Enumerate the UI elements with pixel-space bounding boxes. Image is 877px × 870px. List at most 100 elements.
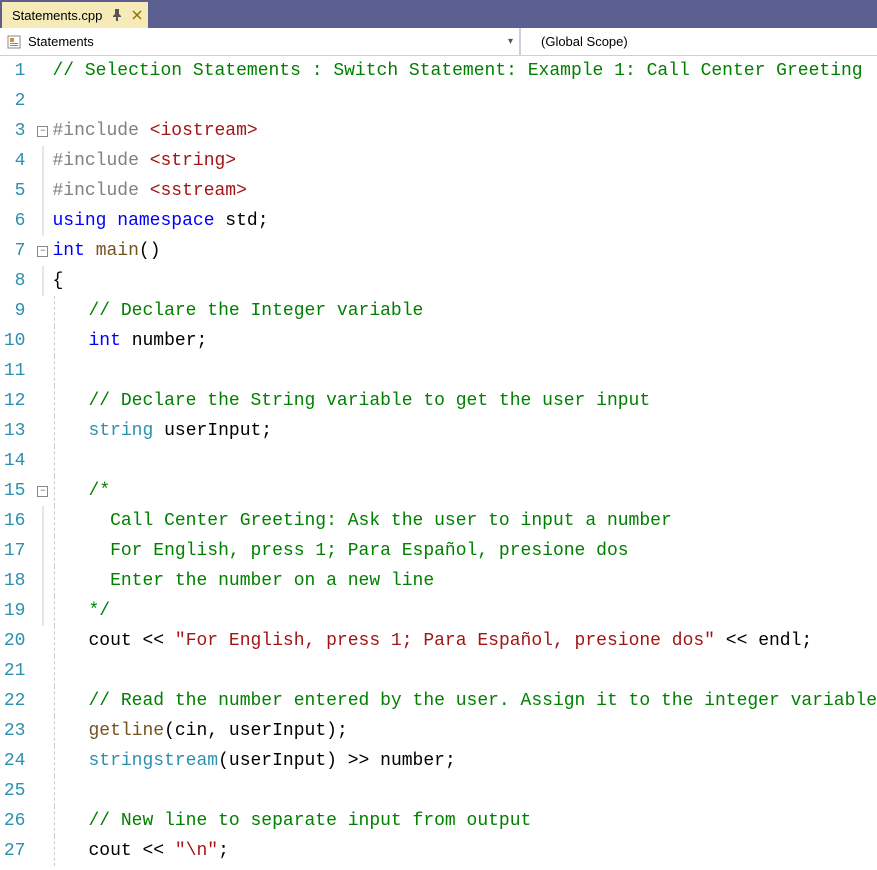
- line-number: 11: [4, 356, 26, 386]
- line-number: 3: [4, 116, 26, 146]
- line-number: 19: [4, 596, 26, 626]
- line-number: 6: [4, 206, 26, 236]
- line-number: 18: [4, 566, 26, 596]
- code-area[interactable]: // Selection Statements : Switch Stateme…: [48, 56, 877, 870]
- line-number: 10: [4, 326, 26, 356]
- code-line[interactable]: // Declare the Integer variable: [52, 296, 877, 326]
- line-number: 17: [4, 536, 26, 566]
- token: {: [52, 271, 63, 291]
- outline-cell: [37, 446, 48, 476]
- line-number: 2: [4, 86, 26, 116]
- code-line[interactable]: */: [52, 596, 877, 626]
- outline-cell: [37, 746, 48, 776]
- token: "For English, press 1; Para Español, pre…: [175, 631, 715, 651]
- collapse-toggle-icon[interactable]: −: [37, 126, 48, 137]
- tab-filename: Statements.cpp: [12, 8, 102, 23]
- code-line[interactable]: [52, 446, 877, 476]
- token: number;: [380, 751, 456, 771]
- outline-cell: −: [37, 236, 48, 266]
- token: <sstream>: [150, 181, 247, 201]
- outline-cell: −: [37, 476, 48, 506]
- context-label: Statements: [28, 34, 94, 49]
- code-line[interactable]: using namespace std;: [52, 206, 877, 236]
- outline-cell: [37, 266, 48, 296]
- token: <<: [715, 631, 758, 651]
- token: // Read the number entered by the user. …: [88, 691, 877, 711]
- line-number-gutter: 1234567891011121314151617181920212223242…: [4, 56, 38, 870]
- code-line[interactable]: getline(cin, userInput);: [52, 716, 877, 746]
- token: Call Center Greeting: Ask the user to in…: [88, 511, 671, 531]
- token: (): [139, 241, 161, 261]
- code-line[interactable]: stringstream(userInput) >> number;: [52, 746, 877, 776]
- collapse-toggle-icon[interactable]: −: [37, 246, 48, 257]
- code-editor[interactable]: 1234567891011121314151617181920212223242…: [0, 56, 877, 870]
- collapse-toggle-icon[interactable]: −: [37, 486, 48, 497]
- code-line[interactable]: /*: [52, 476, 877, 506]
- code-line[interactable]: int main(): [52, 236, 877, 266]
- scope-dropdown-right[interactable]: (Global Scope): [520, 28, 877, 55]
- token: /*: [88, 481, 110, 501]
- token: int: [88, 331, 131, 351]
- token: <<: [142, 631, 174, 651]
- token: number;: [132, 331, 208, 351]
- token: // Declare the String variable to get th…: [88, 391, 650, 411]
- tab-bar: Statements.cpp: [0, 0, 877, 28]
- code-line[interactable]: cout << "\n";: [52, 836, 877, 866]
- code-line[interactable]: {: [52, 266, 877, 296]
- outline-cell: [37, 776, 48, 806]
- chevron-down-icon: ▾: [508, 36, 513, 47]
- token: cout: [88, 631, 142, 651]
- outline-cell: [37, 716, 48, 746]
- line-number: 14: [4, 446, 26, 476]
- code-line[interactable]: For English, press 1; Para Español, pres…: [52, 536, 877, 566]
- code-line[interactable]: #include <iostream>: [52, 116, 877, 146]
- code-line[interactable]: Call Center Greeting: Ask the user to in…: [52, 506, 877, 536]
- line-number: 5: [4, 176, 26, 206]
- outline-cell: [37, 536, 48, 566]
- code-line[interactable]: [52, 86, 877, 116]
- code-line[interactable]: Enter the number on a new line: [52, 566, 877, 596]
- outline-cell: [37, 56, 48, 86]
- code-line[interactable]: [52, 356, 877, 386]
- token: userInput: [229, 751, 326, 771]
- token: <<: [142, 841, 174, 861]
- line-number: 13: [4, 416, 26, 446]
- code-line[interactable]: int number;: [52, 326, 877, 356]
- file-tab[interactable]: Statements.cpp: [2, 2, 148, 28]
- token: // New line to separate input from outpu…: [88, 811, 531, 831]
- code-line[interactable]: // Declare the String variable to get th…: [52, 386, 877, 416]
- outline-cell: [37, 86, 48, 116]
- token: >>: [348, 751, 380, 771]
- code-line[interactable]: cout << "For English, press 1; Para Espa…: [52, 626, 877, 656]
- line-number: 22: [4, 686, 26, 716]
- token: #include: [52, 151, 149, 171]
- token: cout: [88, 841, 142, 861]
- code-line[interactable]: #include <string>: [52, 146, 877, 176]
- token: main: [96, 241, 139, 261]
- code-line[interactable]: string userInput;: [52, 416, 877, 446]
- token: <string>: [150, 151, 236, 171]
- token: For English, press 1; Para Español, pres…: [88, 541, 628, 561]
- pin-icon[interactable]: [112, 9, 122, 21]
- close-icon[interactable]: [132, 10, 142, 20]
- token: int: [52, 241, 95, 261]
- outline-cell: [37, 416, 48, 446]
- code-line[interactable]: [52, 776, 877, 806]
- line-number: 8: [4, 266, 26, 296]
- outline-cell: [37, 686, 48, 716]
- outline-cell: [37, 506, 48, 536]
- code-line[interactable]: [52, 656, 877, 686]
- token: // Declare the Integer variable: [88, 301, 423, 321]
- context-dropdown-left[interactable]: Statements ▾: [0, 28, 520, 55]
- code-line[interactable]: // Selection Statements : Switch Stateme…: [52, 56, 877, 86]
- outline-cell: [37, 296, 48, 326]
- line-number: 27: [4, 836, 26, 866]
- code-line[interactable]: // New line to separate input from outpu…: [52, 806, 877, 836]
- code-line[interactable]: // Read the number entered by the user. …: [52, 686, 877, 716]
- token: getline: [88, 721, 164, 741]
- code-line[interactable]: #include <sstream>: [52, 176, 877, 206]
- line-number: 15: [4, 476, 26, 506]
- outline-cell: −: [37, 116, 48, 146]
- line-number: 21: [4, 656, 26, 686]
- line-number: 9: [4, 296, 26, 326]
